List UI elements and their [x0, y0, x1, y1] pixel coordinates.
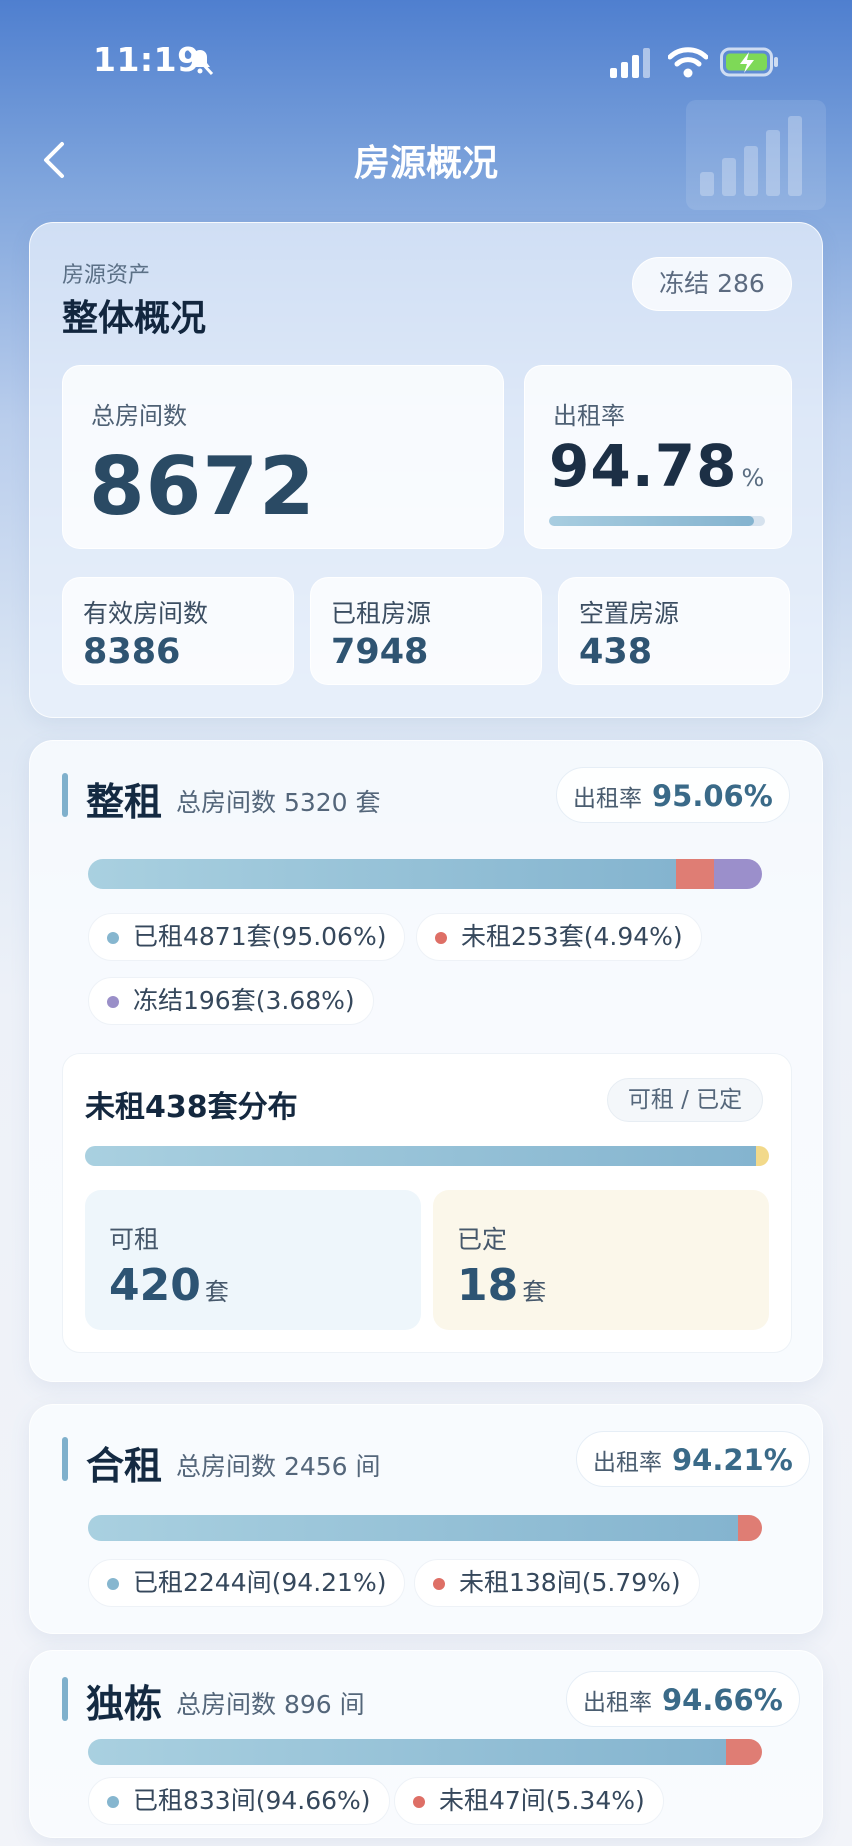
frozen-segment — [714, 859, 762, 889]
legend-rented-label: 已租4871套(95.06%) — [133, 922, 387, 951]
overview-subtitle: 房源资产 — [62, 263, 151, 288]
rent-rate-progress-fill — [549, 516, 754, 526]
rent-rate-unit: % — [741, 464, 766, 492]
section-title: 合租 — [86, 1444, 163, 1488]
rented-tile: 已租房源 7948 — [310, 577, 542, 685]
legend-rented: 已租4871套(95.06%) — [88, 913, 406, 961]
rent-rate-badge-value: 94.21% — [672, 1443, 793, 1477]
distribution-toggle[interactable]: 可租 / 已定 — [607, 1078, 763, 1122]
reserved-segment — [756, 1146, 769, 1166]
rent-rate-badge-value: 94.66% — [662, 1683, 783, 1717]
legend-unrented: 未租138间(5.79%) — [414, 1559, 700, 1607]
rent-rate-badge-label: 出租率 — [583, 1690, 652, 1716]
legend-dot-rented — [107, 932, 119, 944]
available-segment — [85, 1146, 756, 1166]
rent-rate-badge-value: 95.06% — [652, 779, 773, 813]
section-total: 总房间数 5320 套 — [176, 788, 381, 817]
vacant-value: 438 — [579, 632, 653, 672]
reserved-label: 已定 — [457, 1225, 508, 1254]
valid-rooms-label: 有效房间数 — [83, 599, 209, 628]
legend-frozen-label: 冻结196套(3.68%) — [133, 986, 355, 1015]
available-value: 420 — [109, 1260, 201, 1311]
legend-dot-frozen — [107, 996, 119, 1008]
total-rooms-tile: 总房间数 8672 — [62, 365, 504, 549]
frozen-badge[interactable]: 冻结 286 — [632, 257, 792, 311]
unrented-segment — [676, 859, 714, 889]
whole-rent-section[interactable]: 整租 总房间数 5320 套 出租率 95.06% 已租4871套(95.06%)… — [29, 740, 823, 1382]
available-label: 可租 — [109, 1225, 160, 1254]
rent-rate-progress — [549, 516, 765, 526]
rent-rate-badge-label: 出租率 — [573, 786, 642, 812]
single-house-section[interactable]: 独栋 总房间数 896 间 出租率 94.66% 已租833间(94.66%) 未… — [29, 1650, 823, 1838]
legend-unrented-label: 未租138间(5.79%) — [459, 1568, 681, 1597]
valid-rooms-tile: 有效房间数 8386 — [62, 577, 294, 685]
distribution-title: 未租438套分布 — [85, 1090, 298, 1125]
legend-rented: 已租833间(94.66%) — [88, 1777, 390, 1825]
distribution-bar — [85, 1146, 769, 1166]
rent-rate-value: 94.78 — [549, 432, 738, 500]
rent-stacked-bar — [88, 859, 762, 889]
legend-dot-unrented — [413, 1796, 425, 1808]
cellular-signal-icon — [610, 48, 650, 78]
rented-segment — [88, 1739, 726, 1765]
rent-rate-badge: 出租率 94.66% — [566, 1671, 800, 1727]
rent-rate-badge-label: 出租率 — [593, 1450, 662, 1476]
section-accent-bar — [62, 773, 68, 817]
vacant-label: 空置房源 — [579, 599, 680, 628]
legend-unrented-label: 未租253套(4.94%) — [461, 922, 683, 951]
battery-charging-icon — [720, 47, 778, 77]
total-rooms-value: 8672 — [89, 440, 316, 533]
total-rooms-label: 总房间数 — [91, 402, 187, 430]
bell-muted-icon — [187, 47, 214, 76]
unrented-segment — [738, 1515, 762, 1541]
legend-rented-label: 已租2244间(94.21%) — [133, 1568, 387, 1597]
rented-value: 7948 — [331, 632, 429, 672]
unrented-distribution-card: 未租438套分布 可租 / 已定 可租 420 套 已定 18 套 — [62, 1053, 792, 1353]
decorative-chart-icon — [686, 100, 826, 210]
rent-rate-value-wrap: 94.78% — [549, 432, 765, 500]
legend-dot-unrented — [435, 932, 447, 944]
shared-rent-section[interactable]: 合租 总房间数 2456 间 出租率 94.21% 已租2244间(94.21%)… — [29, 1404, 823, 1634]
rent-stacked-bar — [88, 1739, 762, 1765]
legend-dot-unrented — [433, 1578, 445, 1590]
rent-rate-badge: 出租率 95.06% — [556, 767, 790, 823]
valid-rooms-value: 8386 — [83, 632, 181, 672]
section-accent-bar — [62, 1437, 68, 1481]
rented-label: 已租房源 — [331, 599, 432, 628]
rent-rate-tile: 出租率 94.78% — [524, 365, 792, 549]
reserved-value: 18 — [457, 1260, 519, 1311]
legend-dot-rented — [107, 1796, 119, 1808]
rent-rate-badge: 出租率 94.21% — [576, 1431, 810, 1487]
legend-unrented: 未租47间(5.34%) — [394, 1777, 664, 1825]
reserved-box: 已定 18 套 — [433, 1190, 769, 1330]
legend-frozen: 冻结196套(3.68%) — [88, 977, 374, 1025]
section-title: 整租 — [86, 780, 163, 824]
unrented-segment — [726, 1739, 762, 1765]
legend-unrented: 未租253套(4.94%) — [416, 913, 702, 961]
section-total: 总房间数 2456 间 — [176, 1452, 381, 1481]
section-total: 总房间数 896 间 — [176, 1690, 365, 1719]
rented-segment — [88, 1515, 738, 1541]
reserved-unit: 套 — [522, 1278, 547, 1306]
available-value-wrap: 420 套 — [109, 1260, 229, 1311]
legend-dot-rented — [107, 1578, 119, 1590]
legend-unrented-label: 未租47间(5.34%) — [439, 1786, 645, 1815]
available-box: 可租 420 套 — [85, 1190, 421, 1330]
legend-rented-label: 已租833间(94.66%) — [133, 1786, 371, 1815]
section-title: 独栋 — [86, 1682, 163, 1726]
available-unit: 套 — [204, 1278, 229, 1306]
rented-segment — [88, 859, 676, 889]
overview-title: 整体概况 — [62, 298, 207, 339]
wifi-icon — [668, 47, 708, 78]
legend-rented: 已租2244间(94.21%) — [88, 1559, 406, 1607]
vacant-tile: 空置房源 438 — [558, 577, 790, 685]
overview-card: 房源资产 整体概况 冻结 286 总房间数 8672 出租率 94.78% 有效… — [29, 222, 823, 718]
reserved-value-wrap: 18 套 — [457, 1260, 546, 1311]
rent-rate-label: 出租率 — [553, 402, 625, 430]
section-accent-bar — [62, 1677, 68, 1721]
rent-stacked-bar — [88, 1515, 762, 1541]
